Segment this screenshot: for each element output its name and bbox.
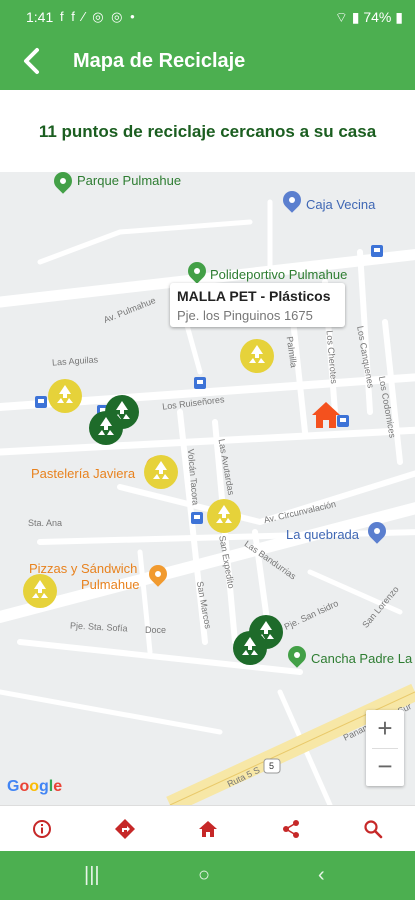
- home-button[interactable]: ○: [198, 864, 210, 887]
- street-sta-ana: Sta. Ana: [28, 518, 63, 528]
- zoom-in-button[interactable]: +: [366, 710, 404, 748]
- home-icon[interactable]: [197, 818, 219, 840]
- zoom-out-button[interactable]: −: [366, 748, 404, 786]
- recycling-marker-yellow[interactable]: [239, 338, 275, 374]
- zoom-divider: [372, 748, 398, 749]
- bus-stop-icon[interactable]: [191, 512, 203, 524]
- signal-icon: ▮: [351, 9, 360, 25]
- recycling-marker-green[interactable]: [232, 630, 268, 666]
- app-bar: Mapa de Reciclaje: [0, 34, 415, 90]
- status-time: 1:41: [26, 9, 54, 25]
- poi-pizzas-line2[interactable]: Pulmahue: [81, 577, 140, 592]
- recycling-marker-yellow[interactable]: [143, 454, 179, 490]
- info-window-address: Pje. los Pinguinos 1675: [177, 308, 313, 323]
- notification-icons: f f ⁄ ◎ ◎ •: [60, 9, 137, 24]
- wifi-icon: ⌔: [334, 9, 348, 25]
- back-arrow-icon[interactable]: [18, 46, 48, 76]
- zoom-controls: + −: [366, 710, 404, 786]
- google-logo: Google: [7, 778, 63, 795]
- back-button[interactable]: ‹: [318, 864, 325, 887]
- recycling-marker-green[interactable]: [88, 410, 124, 446]
- info-icon[interactable]: [31, 818, 53, 840]
- subtitle-section: 11 puntos de reciclaje cercanos a su cas…: [0, 90, 415, 172]
- status-bar: 1:41 f f ⁄ ◎ ◎ • ⌔ ▮ 74% ▮: [0, 0, 415, 34]
- bus-stop-icon[interactable]: [194, 377, 206, 389]
- battery-percent: 74%: [363, 9, 392, 25]
- marker-info-window[interactable]: MALLA PET - Plásticos Pje. los Pinguinos…: [170, 283, 345, 327]
- bottom-navigation: [0, 805, 415, 851]
- share-icon[interactable]: [280, 818, 302, 840]
- system-navigation-bar: ||| ○ ‹: [0, 851, 415, 900]
- bus-stop-icon[interactable]: [371, 245, 383, 257]
- info-window-title: MALLA PET - Plásticos: [177, 288, 331, 304]
- poi-cancha-padre[interactable]: Cancha Padre La: [311, 651, 412, 666]
- poi-polideportivo[interactable]: Polideportivo Pulmahue: [210, 267, 347, 282]
- map-view[interactable]: Parque Pulmahue Caja Vecina Polideportiv…: [0, 172, 415, 805]
- poi-parque-pulmahue[interactable]: Parque Pulmahue: [77, 173, 181, 188]
- recents-button[interactable]: |||: [84, 864, 100, 887]
- recycling-count-text: 11 puntos de reciclaje cercanos a su cas…: [38, 122, 377, 141]
- bus-stop-icon[interactable]: [35, 396, 47, 408]
- search-icon[interactable]: [362, 818, 384, 840]
- poi-caja-vecina[interactable]: Caja Vecina: [306, 197, 375, 212]
- system-status: ⌔ ▮ 74% ▮: [335, 9, 403, 27]
- recycling-marker-yellow[interactable]: [206, 498, 242, 534]
- battery-icon: ▮: [395, 9, 403, 25]
- map-roads: [0, 199, 415, 805]
- page-title: Mapa de Reciclaje: [73, 50, 246, 72]
- home-location-icon[interactable]: [311, 401, 341, 429]
- street-doce: Doce: [145, 625, 167, 635]
- route-shield: 5: [269, 761, 275, 771]
- directions-icon[interactable]: [114, 818, 136, 840]
- poi-pasteleria-javiera[interactable]: Pastelería Javiera: [31, 466, 135, 481]
- recycling-marker-yellow[interactable]: [22, 573, 58, 609]
- poi-la-quebrada[interactable]: La quebrada: [286, 527, 359, 542]
- recycling-marker-yellow[interactable]: [47, 378, 83, 414]
